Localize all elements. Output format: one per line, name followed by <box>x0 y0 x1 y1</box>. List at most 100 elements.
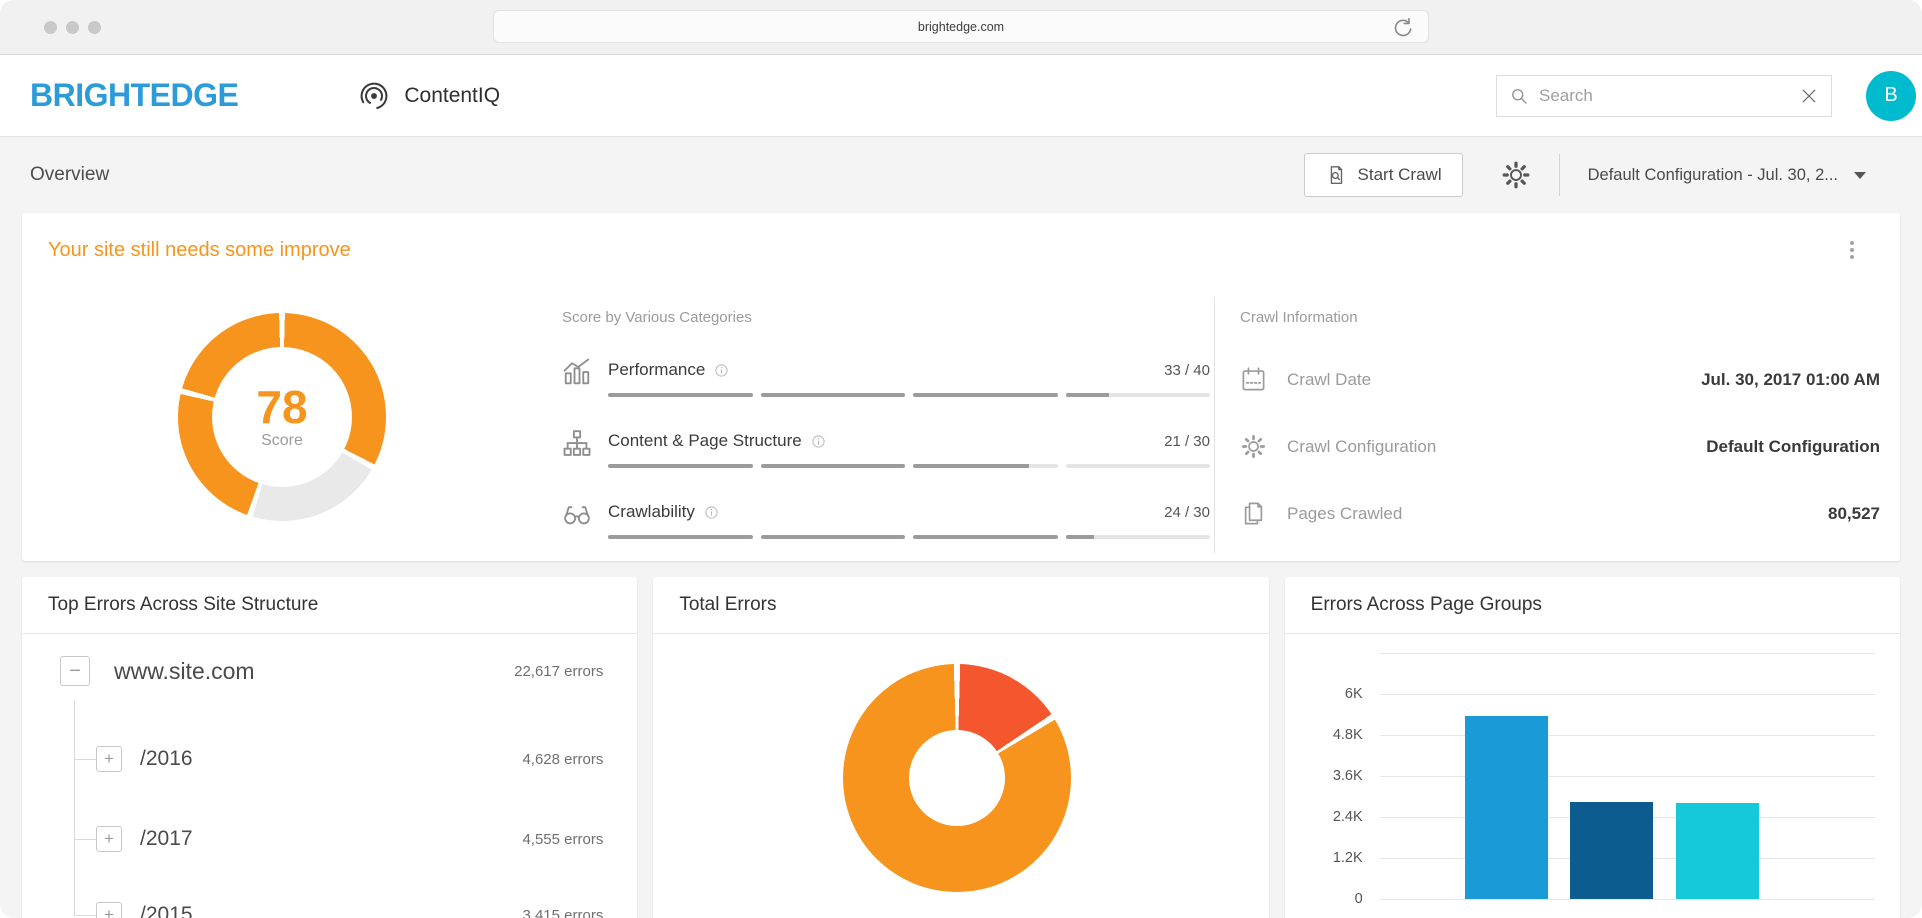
pages-crawled-row: Pages Crawled 80,527 <box>1240 500 1880 527</box>
window-controls[interactable] <box>44 21 101 34</box>
gridline <box>1380 653 1875 654</box>
tree-row-child[interactable]: + /2016 4,628 errors <box>74 746 603 772</box>
category-progress-bar <box>608 393 1210 397</box>
card-title: Top Errors Across Site Structure <box>22 577 637 634</box>
crawl-config-dropdown-label: Default Configuration - Jul. 30, 2... <box>1588 166 1838 185</box>
y-axis-tick-label: 6K <box>1299 686 1363 702</box>
info-icon[interactable] <box>704 505 719 520</box>
global-search[interactable] <box>1496 75 1832 117</box>
bar[interactable] <box>1465 716 1548 899</box>
info-icon[interactable] <box>714 363 729 378</box>
app-header: BRIGHTEDGE ContentIQ B <box>0 55 1922 137</box>
crawl-configuration-row: Crawl Configuration Default Configuratio… <box>1240 433 1880 460</box>
start-crawl-label: Start Crawl <box>1358 165 1442 185</box>
site-score-gauge: 78 Score <box>178 313 386 521</box>
errors-page-groups-card: Errors Across Page Groups 0 1.2K 2.4K 3.6K 4… <box>1285 577 1900 918</box>
tree-node-label: www.site.com <box>114 658 255 685</box>
refresh-icon[interactable] <box>1390 15 1416 41</box>
card-section-divider <box>1214 297 1215 553</box>
tree-node-errors: 3,415 errors <box>522 907 603 918</box>
calendar-icon <box>1240 366 1267 393</box>
gridline <box>1380 776 1875 777</box>
url-text: brightedge.com <box>918 20 1004 34</box>
binoculars-icon <box>562 499 592 529</box>
window-close-button[interactable] <box>44 21 57 34</box>
crawl-information-section: Crawl Information Crawl Date Jul. 30, 20… <box>1240 309 1880 527</box>
y-axis-tick-label: 2.4K <box>1299 809 1363 825</box>
card-title: Errors Across Page Groups <box>1285 577 1900 634</box>
bar[interactable] <box>1570 802 1653 899</box>
category-label: Performance <box>608 360 705 380</box>
contentiq-radar-icon <box>358 80 390 112</box>
gridline <box>1380 694 1875 695</box>
start-crawl-button[interactable]: Start Crawl <box>1304 153 1463 197</box>
page-groups-bar-chart: 0 1.2K 2.4K 3.6K 4.8K 6K <box>1285 634 1900 918</box>
toolbar-divider <box>1559 154 1560 196</box>
tree-node-label: /2017 <box>140 827 193 851</box>
window-zoom-button[interactable] <box>88 21 101 34</box>
collapse-toggle-icon[interactable]: − <box>60 656 90 686</box>
y-axis-tick-label: 4.8K <box>1299 727 1363 743</box>
bottom-cards-row: Top Errors Across Site Structure − www.s… <box>22 577 1900 918</box>
tree-row-root[interactable]: − www.site.com 22,617 errors <box>60 656 603 686</box>
category-score: 33 / 40 <box>1164 362 1210 379</box>
top-errors-site-structure-card: Top Errors Across Site Structure − www.s… <box>22 577 637 918</box>
window-minimize-button[interactable] <box>66 21 79 34</box>
address-bar[interactable]: brightedge.com <box>493 10 1429 43</box>
overview-toolbar: Overview Start Crawl <box>0 137 1922 213</box>
score-card-title: Your site still needs some improve <box>48 239 351 262</box>
chevron-down-icon <box>1854 172 1866 179</box>
toolbar-actions: Start Crawl Default Configuration - Jul.… <box>1304 153 1866 197</box>
gridline <box>1380 899 1875 900</box>
page-title: Overview <box>30 164 109 186</box>
crawl-config-dropdown[interactable]: Default Configuration - Jul. 30, 2... <box>1588 166 1866 185</box>
category-label: Content & Page Structure <box>608 431 802 451</box>
crawl-date-value: Jul. 30, 2017 01:00 AM <box>1701 370 1880 390</box>
bar[interactable] <box>1676 803 1759 899</box>
performance-chart-icon <box>562 357 592 387</box>
search-input[interactable] <box>1537 85 1799 107</box>
brightedge-logo: BRIGHTEDGE <box>30 77 238 114</box>
crawl-configuration-value: Default Configuration <box>1706 437 1880 457</box>
user-avatar[interactable]: B <box>1866 71 1916 121</box>
crawl-settings-gear-icon[interactable] <box>1501 160 1531 190</box>
browser-chrome: brightedge.com <box>0 0 1922 55</box>
contentiq-brand: ContentIQ <box>358 80 500 112</box>
y-axis-tick-label: 3.6K <box>1299 768 1363 784</box>
score-categories-section: Score by Various Categories Performance <box>562 309 1210 539</box>
tree-node-errors: 22,617 errors <box>514 663 603 680</box>
browser-window: brightedge.com BRIGHTEDGE ContentIQ <box>0 0 1922 918</box>
y-axis-tick-label: 1.2K <box>1299 850 1363 866</box>
category-label: Crawlability <box>608 502 695 522</box>
search-icon <box>1509 86 1529 106</box>
category-row-performance: Performance 33 / 40 <box>562 360 1210 397</box>
gridline <box>1380 735 1875 736</box>
category-score: 24 / 30 <box>1164 504 1210 521</box>
crawl-date-label: Crawl Date <box>1287 370 1371 390</box>
y-axis-tick-label: 0 <box>1299 891 1363 907</box>
total-errors-card: Total Errors <box>653 577 1268 918</box>
crawl-configuration-label: Crawl Configuration <box>1287 437 1436 457</box>
total-errors-donut-chart[interactable] <box>843 664 1071 892</box>
site-score-label: Score <box>261 432 303 450</box>
crawl-info-header: Crawl Information <box>1240 309 1880 326</box>
category-row-content-structure: Content & Page Structure 21 / 30 <box>562 431 1210 468</box>
crawl-date-row: Crawl Date Jul. 30, 2017 01:00 AM <box>1240 366 1880 393</box>
tree-row-child[interactable]: + /2017 4,555 errors <box>74 826 603 852</box>
expand-toggle-icon[interactable]: + <box>96 746 122 772</box>
category-progress-bar <box>608 535 1210 539</box>
card-kebab-menu-icon[interactable] <box>1846 237 1858 263</box>
tree-node-errors: 4,555 errors <box>522 831 603 848</box>
search-clear-icon[interactable] <box>1799 86 1819 106</box>
category-progress-bar <box>608 464 1210 468</box>
pages-icon <box>1240 500 1267 527</box>
tree-row-child[interactable]: + /2015 3,415 errors <box>74 902 603 918</box>
category-row-crawlability: Crawlability 24 / 30 <box>562 502 1210 539</box>
site-score-card: Your site still needs some improve 78 Sc… <box>22 213 1900 561</box>
expand-toggle-icon[interactable]: + <box>96 902 122 918</box>
crawl-page-search-icon <box>1325 164 1347 186</box>
info-icon[interactable] <box>811 434 826 449</box>
site-score-value: 78 <box>256 384 307 430</box>
expand-toggle-icon[interactable]: + <box>96 826 122 852</box>
categories-header: Score by Various Categories <box>562 309 1210 326</box>
